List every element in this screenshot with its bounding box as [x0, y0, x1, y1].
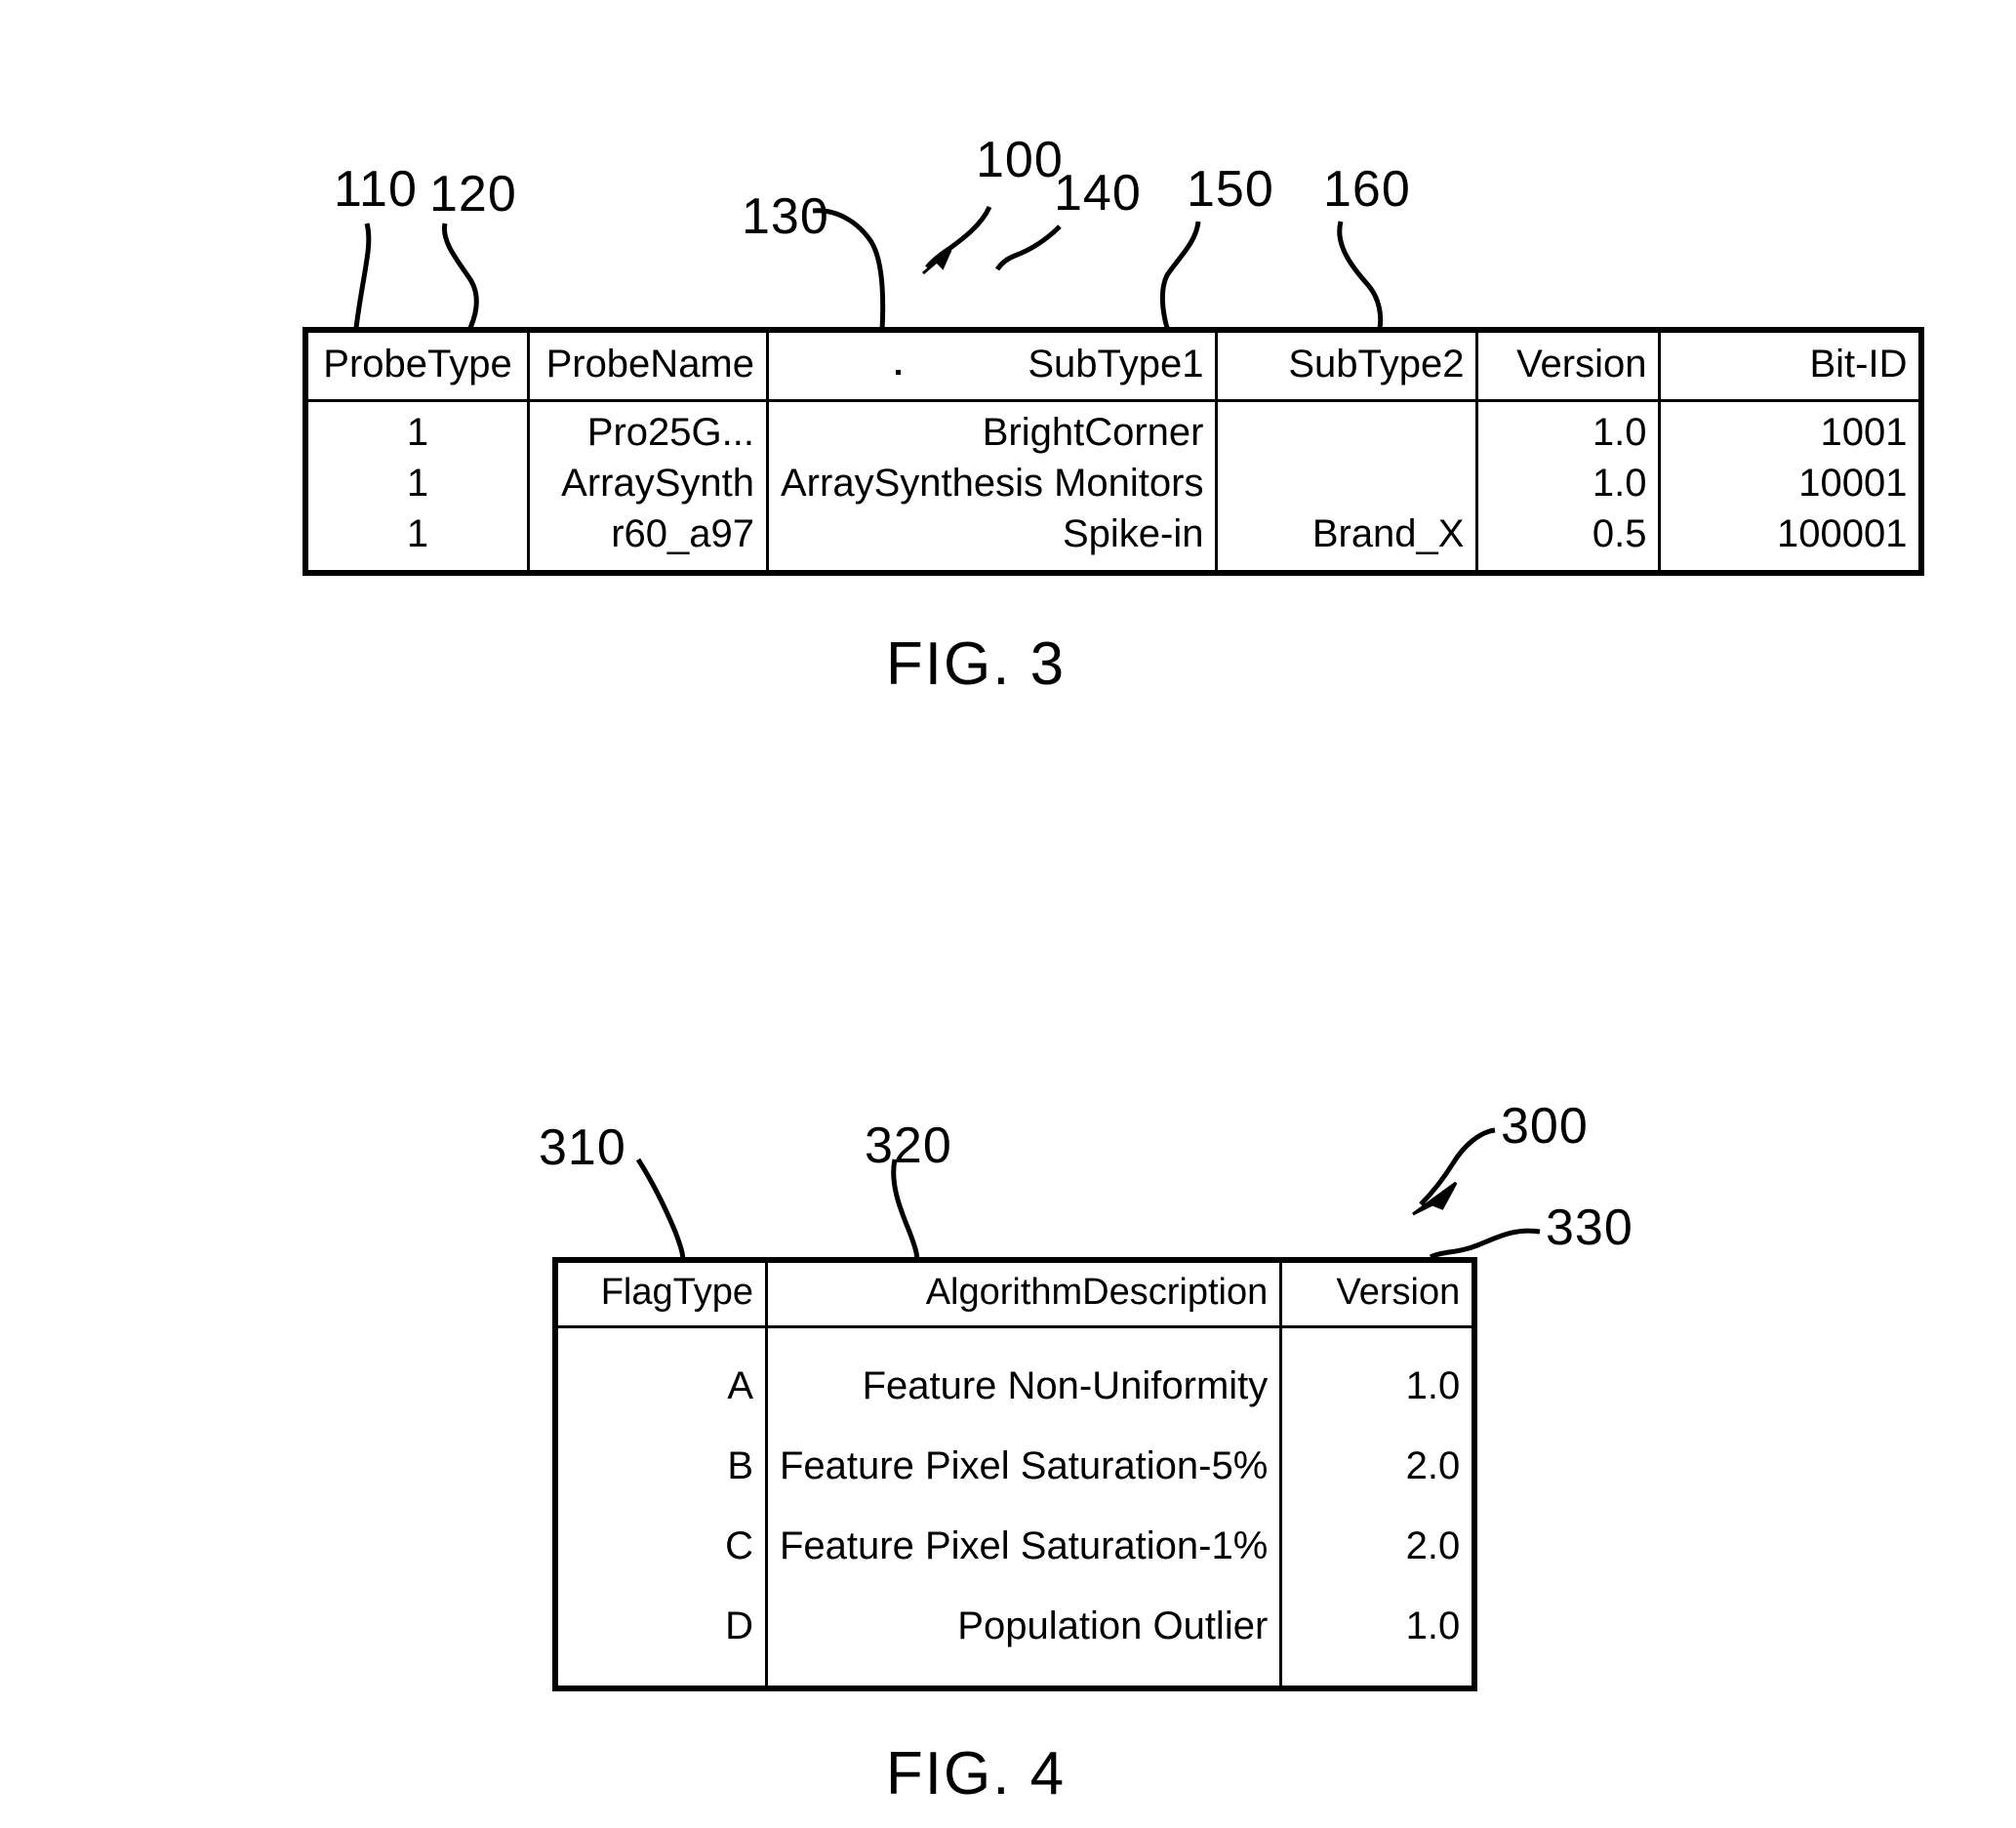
table-row: 1 ArraySynth ArraySynthesis Monitors 1.0…: [303, 459, 1923, 509]
table-row: D Population Outlier 1.0: [553, 1588, 1476, 1688]
cell-algorithmdescription: Feature Pixel Saturation-5%: [764, 1428, 1283, 1508]
cell-bitid: 100001: [1658, 509, 1923, 573]
patent-drawing-sheet: 110 120 130 100 140 150 160 ProbeType Pr…: [0, 0, 2016, 1828]
cell-version: 1.0: [1475, 400, 1662, 459]
column-header-subtype2: SubType2: [1215, 330, 1479, 402]
cell-flagtype: B: [553, 1428, 768, 1508]
column-header-probetype: ProbeType: [303, 330, 530, 402]
column-header-bitid: Bit-ID: [1658, 330, 1923, 402]
cell-subtype1: Spike-in: [765, 509, 1219, 573]
cell-bitid: 1001: [1658, 400, 1923, 459]
cell-version: 2.0: [1279, 1428, 1476, 1508]
leader-330: [1429, 1228, 1541, 1260]
cell-version: 1.0: [1279, 1326, 1476, 1428]
cell-probetype: 1: [303, 509, 530, 573]
cell-probetype: 1: [303, 400, 530, 459]
ref-numeral-110: 110: [334, 161, 418, 218]
column-header-subtype1-label: SubType1: [1028, 343, 1204, 386]
leader-300: [1419, 1127, 1496, 1206]
leader-160: [1337, 221, 1384, 329]
figure-caption-fig3: FIG. 3: [885, 630, 1067, 698]
ref-numeral-310: 310: [539, 1119, 626, 1176]
column-header-algorithmdescription: AlgorithmDescription: [764, 1260, 1283, 1328]
table-row: 1 r60_a97 Spike-in Brand_X 0.5 100001: [303, 509, 1923, 573]
table-row: C Feature Pixel Saturation-1% 2.0: [553, 1508, 1476, 1588]
column-header-version: Version: [1475, 330, 1662, 402]
cell-probename: ArraySynth: [527, 459, 769, 509]
cell-subtype1: ArraySynthesis Monitors: [765, 459, 1219, 509]
arrowhead-300: [1412, 1181, 1458, 1216]
column-header-version: Version: [1279, 1260, 1476, 1328]
ref-numeral-130: 130: [742, 188, 829, 245]
ref-numeral-330: 330: [1546, 1199, 1633, 1256]
ref-numeral-140: 140: [1054, 165, 1142, 222]
probe-definition-table: ProbeType ProbeName SubType1 SubType2 Ve…: [302, 327, 1925, 576]
table-row: A Feature Non-Uniformity 1.0: [553, 1326, 1476, 1428]
cell-version: 1.0: [1475, 459, 1662, 509]
table-row: B Feature Pixel Saturation-5% 2.0: [553, 1428, 1476, 1508]
ref-numeral-150: 150: [1187, 161, 1274, 218]
leader-310: [635, 1158, 686, 1262]
table-row: 1 Pro25G... BrightCorner 1.0 1001: [303, 400, 1923, 459]
cell-probetype: 1: [303, 459, 530, 509]
column-header-flagtype: FlagType: [553, 1260, 768, 1328]
cell-version: 0.5: [1475, 509, 1662, 573]
cell-subtype2: [1215, 459, 1479, 509]
column-header-probename: ProbeName: [527, 330, 769, 402]
cell-bitid: 10001: [1658, 459, 1923, 509]
leader-110: [353, 223, 372, 329]
cell-algorithmdescription: Population Outlier: [764, 1588, 1283, 1688]
leader-330-col320: [891, 1158, 920, 1262]
ref-numeral-320: 320: [865, 1117, 952, 1174]
cell-flagtype: C: [553, 1508, 768, 1588]
cell-probename: r60_a97: [527, 509, 769, 573]
cell-flagtype: D: [553, 1588, 768, 1688]
cell-version: 2.0: [1279, 1508, 1476, 1588]
table-header-row: FlagType AlgorithmDescription Version: [553, 1260, 1476, 1328]
cell-probename: Pro25G...: [527, 400, 769, 459]
arrowhead-100: [922, 248, 952, 275]
cell-subtype2: Brand_X: [1215, 509, 1479, 573]
cell-flagtype: A: [553, 1326, 768, 1428]
ref-numeral-100: 100: [976, 132, 1064, 188]
cell-subtype1: BrightCorner: [765, 400, 1219, 459]
cell-algorithmdescription: Feature Non-Uniformity: [764, 1326, 1283, 1428]
ref-numeral-300: 300: [1501, 1098, 1589, 1155]
flag-algorithm-table: FlagType AlgorithmDescription Version A …: [552, 1257, 1478, 1691]
leader-120: [441, 223, 479, 329]
ref-numeral-120: 120: [429, 166, 517, 223]
ref-numeral-160: 160: [1323, 161, 1411, 218]
cell-version: 1.0: [1279, 1588, 1476, 1688]
cell-algorithmdescription: Feature Pixel Saturation-1%: [764, 1508, 1283, 1588]
leader-100: [925, 205, 992, 269]
column-header-subtype1: SubType1: [765, 330, 1219, 402]
leader-140: [994, 224, 1062, 271]
leader-150: [1159, 221, 1201, 329]
stray-dot-mark: [896, 370, 901, 375]
cell-subtype2: [1215, 400, 1479, 459]
table-header-row: ProbeType ProbeName SubType1 SubType2 Ve…: [303, 330, 1923, 402]
figure-caption-fig4: FIG. 4: [885, 1740, 1067, 1808]
